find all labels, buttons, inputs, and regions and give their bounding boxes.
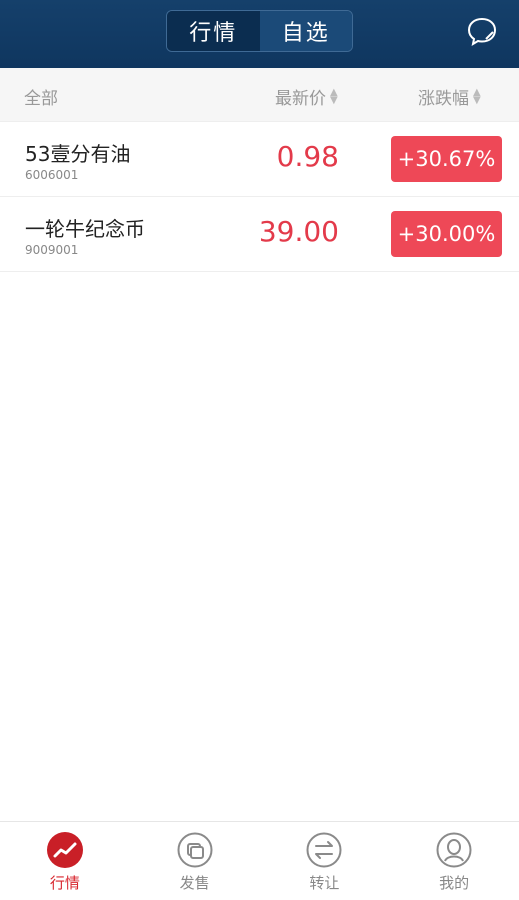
transfer-icon	[306, 832, 342, 868]
tabbar-label: 发售	[179, 874, 210, 892]
chat-button[interactable]	[465, 14, 499, 48]
sort-by-change[interactable]: 涨跌幅 ▲ ▼	[418, 84, 481, 109]
tabbar-label: 转让	[309, 874, 340, 892]
table-row[interactable]: 一轮牛纪念币 9009001 39.00 +30.00%	[0, 197, 519, 272]
profile-icon	[436, 832, 472, 868]
item-code: 6006001	[25, 168, 79, 182]
tab-watchlist[interactable]: 自选	[259, 11, 352, 51]
item-name: 一轮牛纪念币	[25, 217, 145, 241]
table-row[interactable]: 53壹分有油 6006001 0.98 +30.67%	[0, 122, 519, 197]
tabbar-item-market[interactable]: 行情	[0, 822, 130, 900]
market-chart-icon	[46, 832, 83, 868]
item-price: 39.00	[258, 215, 339, 248]
top-header: 行情 自选	[0, 0, 519, 68]
sort-by-price[interactable]: 最新价 ▲ ▼	[275, 84, 338, 109]
price-column-label: 最新价	[275, 89, 326, 109]
tabbar-item-profile[interactable]: 我的	[389, 822, 519, 900]
change-badge: +30.00%	[391, 211, 502, 257]
change-column-label: 涨跌幅	[418, 89, 469, 109]
item-name: 53壹分有油	[25, 142, 131, 166]
tabbar-item-sale[interactable]: 发售	[130, 822, 260, 900]
tabbar-label: 行情	[49, 874, 80, 892]
sort-arrows-icon: ▲ ▼	[473, 86, 481, 106]
item-price: 0.98	[276, 140, 339, 173]
column-header-row: 全部 最新价 ▲ ▼ 涨跌幅 ▲ ▼	[0, 68, 519, 122]
market-segment-control: 行情 自选	[166, 10, 353, 52]
item-code: 9009001	[25, 243, 79, 257]
sort-arrows-icon: ▲ ▼	[330, 86, 338, 106]
sale-icon	[177, 832, 213, 868]
tab-market[interactable]: 行情	[167, 11, 260, 51]
chat-bubble-icon	[467, 17, 497, 47]
tabbar-item-transfer[interactable]: 转让	[260, 822, 390, 900]
filter-all[interactable]: 全部	[24, 84, 58, 109]
bottom-tab-bar: 行情 发售 转让 我的	[0, 821, 519, 900]
tabbar-label: 我的	[439, 874, 470, 892]
change-badge: +30.67%	[391, 136, 502, 182]
